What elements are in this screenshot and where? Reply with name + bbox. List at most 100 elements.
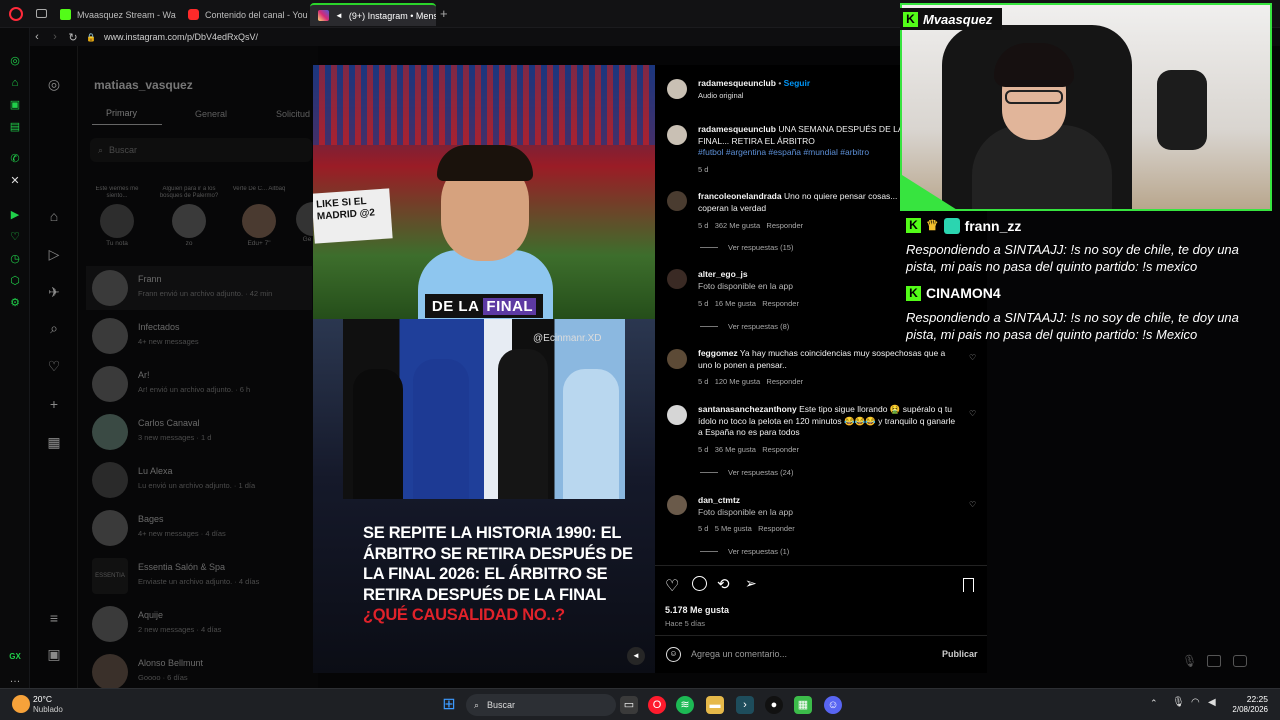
history-icon[interactable]: ◷ bbox=[8, 252, 22, 266]
menu-icon[interactable]: ≡ bbox=[46, 610, 62, 626]
thread-row[interactable]: Frann Frann envió un archivo adjunto. · 4… bbox=[86, 266, 312, 310]
comment-username[interactable]: santanasanchezanthony bbox=[698, 404, 797, 414]
gx-corner-icon[interactable]: ⌂ bbox=[8, 76, 22, 90]
comment-likes[interactable]: 36 Me gusta bbox=[715, 445, 756, 454]
thread-row[interactable]: Carlos Canaval 3 new messages · 1 d bbox=[92, 410, 312, 454]
twitch-icon[interactable]: ▣ bbox=[8, 98, 22, 112]
view-replies-button[interactable]: Ver respuestas (1) bbox=[700, 547, 789, 556]
like-comment-heart-icon[interactable]: ♡ bbox=[969, 409, 978, 418]
opera-gx-icon[interactable]: O bbox=[648, 696, 666, 714]
repost-icon[interactable]: ⟲ bbox=[717, 575, 730, 593]
windows-start-icon[interactable]: ⊞ bbox=[440, 696, 458, 714]
like-heart-icon[interactable]: ♡ bbox=[665, 576, 679, 596]
comment-username[interactable]: alter_ego_js bbox=[698, 269, 748, 279]
view-replies-button[interactable]: Ver respuestas (8) bbox=[700, 322, 789, 331]
thread-row[interactable]: Bages 4+ new messages · 4 días bbox=[92, 506, 312, 550]
author-username[interactable]: radamesqueunclub bbox=[698, 78, 776, 88]
volume-icon[interactable]: ◀ bbox=[1208, 697, 1216, 708]
like-comment-heart-icon[interactable]: ♡ bbox=[969, 500, 978, 509]
speaker-icon[interactable]: ◄ bbox=[335, 11, 343, 20]
reels-icon[interactable]: ▷ bbox=[46, 246, 62, 262]
more-icon[interactable]: … bbox=[8, 672, 22, 686]
note-item[interactable]: Este viernes me siento... Tu nota bbox=[92, 186, 142, 247]
mute-button[interactable]: ◄ bbox=[627, 647, 645, 665]
terminal-icon[interactable]: › bbox=[736, 696, 754, 714]
extensions-icon[interactable]: ⬡ bbox=[8, 274, 22, 288]
comment-input[interactable]: Agrega un comentario... bbox=[691, 649, 787, 659]
thread-row[interactable]: Aquije 2 new messages · 4 días bbox=[92, 602, 312, 646]
reply-button[interactable]: Responder bbox=[762, 445, 799, 454]
apps-icon[interactable]: ▣ bbox=[46, 646, 62, 662]
file-explorer-icon[interactable]: ▬ bbox=[706, 696, 724, 714]
heart-icon[interactable]: ♡ bbox=[8, 230, 22, 244]
clock-date[interactable]: 2/08/2026 bbox=[1222, 705, 1268, 714]
mic-tray-icon[interactable]: 🎙 bbox=[1172, 697, 1185, 708]
player-icon[interactable]: ▶ bbox=[8, 208, 22, 222]
reply-button[interactable]: Responder bbox=[762, 299, 799, 308]
spotify-icon[interactable]: ≋ bbox=[676, 696, 694, 714]
search-icon[interactable]: ⌕ bbox=[46, 320, 62, 336]
inbox-tab-general[interactable]: General bbox=[195, 109, 227, 119]
author-avatar[interactable] bbox=[667, 79, 687, 99]
reply-button[interactable]: Responder bbox=[758, 524, 795, 533]
whatsapp-icon[interactable]: ✆ bbox=[8, 152, 22, 166]
search-input[interactable]: Buscar bbox=[109, 145, 137, 155]
microphone-icon[interactable]: 🎙 bbox=[1182, 654, 1197, 668]
avatar[interactable] bbox=[667, 191, 687, 211]
settings-icon[interactable]: ⚙ bbox=[8, 296, 22, 310]
reply-button[interactable]: Responder bbox=[766, 221, 803, 230]
follow-button[interactable]: Seguir bbox=[784, 78, 810, 88]
tray-chevron-icon[interactable]: ⌃ bbox=[1150, 698, 1158, 709]
sticker-icon[interactable] bbox=[1233, 655, 1247, 667]
thread-row[interactable]: ESSENTIA Essentia Salón & Spa Enviaste un … bbox=[92, 554, 312, 598]
weather-desc[interactable]: Nublado bbox=[33, 705, 63, 714]
avatar[interactable] bbox=[667, 125, 687, 145]
likes-total[interactable]: 5.178 Me gusta bbox=[665, 605, 729, 615]
avatar[interactable] bbox=[667, 349, 687, 369]
inbox-search[interactable]: ⌕ Buscar bbox=[90, 138, 312, 162]
inbox-username[interactable]: matiaas_vasquez bbox=[94, 78, 193, 92]
audio-label[interactable]: Audio original bbox=[698, 91, 743, 100]
publish-button[interactable]: Publicar bbox=[942, 649, 978, 659]
comment-username[interactable]: dan_ctmtz bbox=[698, 495, 740, 505]
wifi-icon[interactable]: ◠ bbox=[1191, 697, 1200, 708]
comment-likes[interactable]: 120 Me gusta bbox=[715, 377, 760, 386]
back-icon[interactable]: ‹ bbox=[28, 31, 46, 43]
comment-likes[interactable]: 16 Me gusta bbox=[715, 299, 756, 308]
new-tab-button[interactable]: + bbox=[440, 6, 448, 21]
tab-instagram[interactable]: ◄ (9+) Instagram • Mens bbox=[310, 3, 436, 26]
dashboard-icon[interactable]: ▦ bbox=[46, 434, 62, 450]
streamlabs-icon[interactable]: ▦ bbox=[794, 696, 812, 714]
comment-icon[interactable] bbox=[692, 576, 707, 591]
gx-control-icon[interactable]: ◎ bbox=[8, 54, 22, 68]
comment-likes[interactable]: 5 Me gusta bbox=[715, 524, 752, 533]
emoji-icon[interactable]: ☺ bbox=[666, 647, 681, 662]
view-replies-button[interactable]: Ver respuestas (15) bbox=[700, 243, 793, 252]
inbox-tab-requests[interactable]: Solicitud bbox=[276, 109, 310, 119]
reload-icon[interactable]: ↻ bbox=[64, 31, 82, 44]
share-icon[interactable]: ➢ bbox=[745, 575, 757, 592]
url-field[interactable]: www.instagram.com/p/DbV4edRxQsV/ bbox=[104, 32, 258, 42]
tab-youtube-studio[interactable]: Contenido del canal - YouT bbox=[180, 3, 308, 26]
note-item[interactable]: Alguien para ir a los bosques de Palermo… bbox=[158, 186, 220, 247]
gx-badge-icon[interactable]: GX bbox=[8, 650, 22, 664]
weather-icon[interactable] bbox=[12, 695, 30, 713]
avatar[interactable] bbox=[667, 495, 687, 515]
caption-hashtags[interactable]: #futbol #argentina #españa #mundial #arb… bbox=[698, 147, 869, 157]
create-icon[interactable]: + bbox=[46, 396, 62, 412]
comment-username[interactable]: francoleonelandrada bbox=[698, 191, 782, 201]
messages-icon[interactable]: ✈ bbox=[46, 284, 62, 300]
tab-kick-stream[interactable]: Mvaasquez Stream - Watc bbox=[52, 3, 176, 26]
task-view-icon[interactable]: ▭ bbox=[620, 696, 638, 714]
thread-row[interactable]: Lu Alexa Lu envió un archivo adjunto. · 1… bbox=[92, 458, 312, 502]
tab-strip-icon[interactable] bbox=[36, 9, 47, 18]
notifications-icon[interactable]: ♡ bbox=[46, 358, 62, 374]
discord-icon[interactable]: ☺ bbox=[824, 696, 842, 714]
weather-temp[interactable]: 20°C bbox=[33, 694, 52, 704]
forward-icon[interactable]: › bbox=[46, 31, 64, 43]
avatar[interactable] bbox=[667, 405, 687, 425]
caption-username[interactable]: radamesqueunclub bbox=[698, 124, 776, 134]
clock-time[interactable]: 22:25 bbox=[1228, 694, 1268, 704]
taskbar-search[interactable]: ⌕ Buscar bbox=[466, 694, 616, 716]
save-bookmark-icon[interactable] bbox=[963, 578, 974, 592]
